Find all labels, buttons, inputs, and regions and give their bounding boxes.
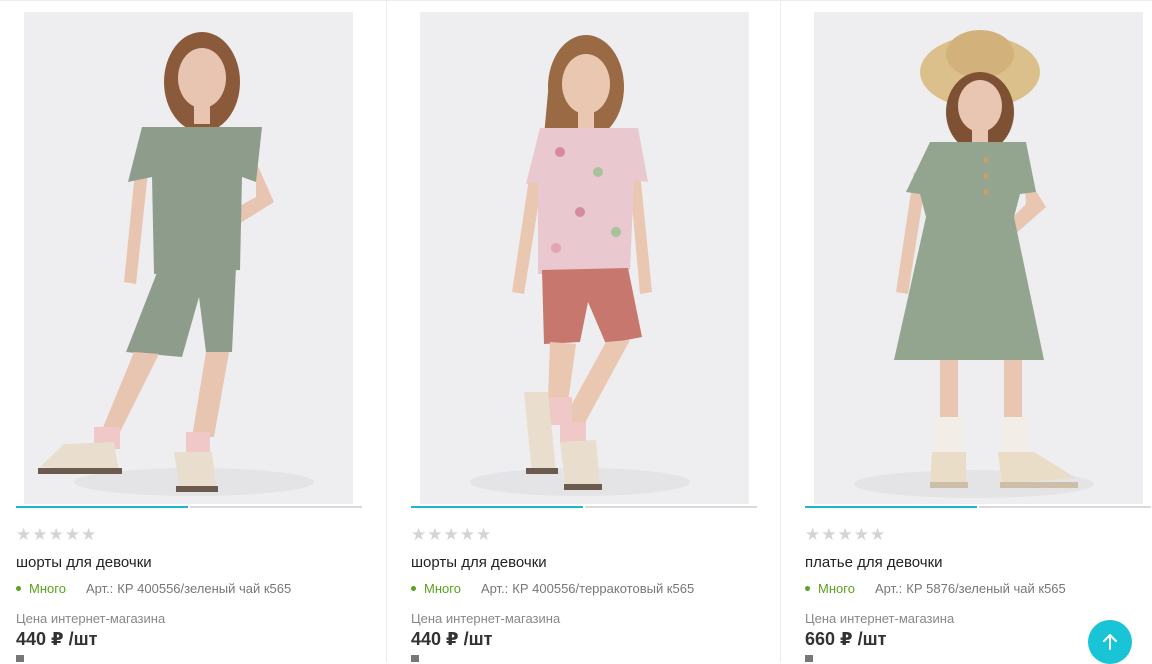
rating-stars[interactable]: ★★★★★ [805, 525, 886, 545]
price-unit: /шт [463, 629, 493, 649]
product-photo[interactable] [24, 12, 353, 504]
product-card[interactable]: ★★★★★ шорты для девочки Много Арт.: КР 4… [0, 0, 387, 662]
price-label: Цена интернет-магазина [16, 611, 166, 626]
cropped-text-fragment [16, 655, 24, 662]
stock-dot-icon [805, 586, 810, 591]
slider-segment-active[interactable] [805, 506, 977, 508]
rating-stars[interactable]: ★★★★★ [411, 525, 492, 545]
arrow-up-icon [1103, 634, 1117, 650]
product-card[interactable]: ★★★★★ платье для девочки Много Арт.: КР … [781, 0, 1152, 662]
slider-segment[interactable] [585, 506, 757, 508]
product-meta: Много Арт.: КР 400556/зеленый чай к565 [16, 581, 291, 596]
stock-dot-icon [16, 586, 21, 591]
slider-segment[interactable] [190, 506, 362, 508]
price-label: Цена интернет-магазина [411, 611, 561, 626]
slider-segment[interactable] [979, 506, 1151, 508]
price-unit: /шт [68, 629, 98, 649]
rating-stars[interactable]: ★★★★★ [16, 525, 97, 545]
slider-segment-active[interactable] [16, 506, 188, 508]
product-meta: Много Арт.: КР 5876/зеленый чай к565 [805, 581, 1066, 596]
price-value: 660 ₽ [805, 629, 853, 649]
article-number: КР 400556/терракотовый к565 [512, 581, 695, 596]
product-grid: ★★★★★ шорты для девочки Много Арт.: КР 4… [0, 0, 1152, 662]
product-title[interactable]: шорты для девочки [16, 554, 152, 571]
stock-status: Много [818, 581, 855, 596]
image-slider-indicator[interactable] [805, 506, 1151, 508]
price-value: 440 ₽ [16, 629, 64, 649]
product-title[interactable]: шорты для девочки [411, 554, 547, 571]
image-slider-indicator[interactable] [16, 506, 362, 508]
image-slider-indicator[interactable] [411, 506, 757, 508]
article-label: Арт.: [480, 581, 509, 596]
product-meta: Много Арт.: КР 400556/терракотовый к565 [411, 581, 694, 596]
price: 440 ₽/шт [411, 629, 497, 650]
price: 660 ₽/шт [805, 629, 891, 650]
divider [0, 0, 386, 1]
product-photo[interactable] [814, 12, 1143, 504]
cropped-text-fragment [805, 655, 813, 662]
article-label: Арт.: [874, 581, 903, 596]
divider [387, 0, 780, 1]
price-label: Цена интернет-магазина [805, 611, 955, 626]
article-label: Арт.: [85, 581, 114, 596]
article-number: КР 400556/зеленый чай к565 [117, 581, 292, 596]
stock-dot-icon [411, 586, 416, 591]
price-unit: /шт [857, 629, 887, 649]
slider-segment-active[interactable] [411, 506, 583, 508]
cropped-text-fragment [411, 655, 419, 662]
divider [781, 0, 1152, 1]
stock-status: Много [29, 581, 66, 596]
article-number: КР 5876/зеленый чай к565 [906, 581, 1066, 596]
stock-status: Много [424, 581, 461, 596]
price: 440 ₽/шт [16, 629, 102, 650]
product-card[interactable]: ★★★★★ шорты для девочки Много Арт.: КР 4… [387, 0, 781, 662]
scroll-to-top-button[interactable] [1088, 620, 1132, 664]
price-value: 440 ₽ [411, 629, 459, 649]
product-title[interactable]: платье для девочки [805, 554, 943, 571]
product-photo[interactable] [420, 12, 749, 504]
